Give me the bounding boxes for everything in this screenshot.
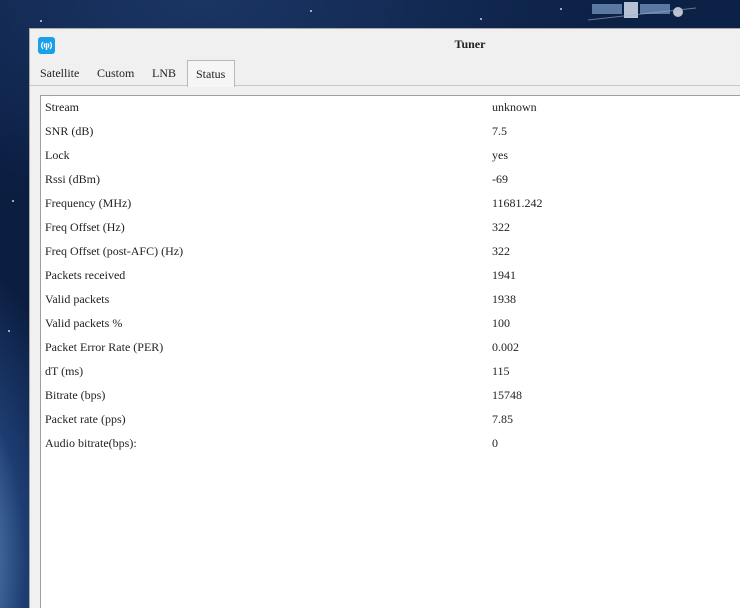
status-value: -69 — [492, 172, 508, 186]
star — [560, 8, 562, 10]
status-value: 1941 — [492, 268, 516, 282]
status-row-audio-bitrate: Audio bitrate(bps): 0 — [41, 432, 740, 456]
status-row-bitrate: Bitrate (bps) 15748 — [41, 384, 740, 408]
tab-satellite[interactable]: Satellite — [36, 60, 83, 86]
status-key: Freq Offset (Hz) — [45, 220, 125, 234]
tab-custom[interactable]: Custom — [93, 60, 138, 86]
status-key: Packet Error Rate (PER) — [45, 340, 164, 354]
status-row-dt: dT (ms) 115 — [41, 360, 740, 384]
status-row-snr: SNR (dB) 7.5 — [41, 120, 740, 144]
title-bar[interactable]: Tuner — [30, 29, 740, 61]
status-row-freq-offset: Freq Offset (Hz) 322 — [41, 216, 740, 240]
status-key: Bitrate (bps) — [45, 388, 106, 402]
satellite-image — [588, 2, 697, 21]
status-key: Rssi (dBm) — [45, 172, 101, 186]
status-row-stream: Stream unknown — [41, 96, 740, 120]
status-key: Lock — [45, 148, 70, 162]
status-value: 322 — [492, 244, 510, 258]
status-value: yes — [492, 148, 508, 162]
tuner-window: Tuner Satellite Custom LNB Status Stream… — [29, 28, 740, 608]
star — [310, 10, 312, 12]
star — [480, 18, 482, 20]
status-row-rssi: Rssi (dBm) -69 — [41, 168, 740, 192]
tab-lnb[interactable]: LNB — [148, 60, 180, 86]
star — [8, 330, 10, 332]
status-value: 0.002 — [492, 340, 519, 354]
tab-status[interactable]: Status — [187, 60, 235, 87]
status-value: 1938 — [492, 292, 516, 306]
status-row-per: Packet Error Rate (PER) 0.002 — [41, 336, 740, 360]
status-value: unknown — [492, 100, 537, 114]
star — [40, 20, 42, 22]
status-row-packets-received: Packets received 1941 — [41, 264, 740, 288]
status-value: 7.85 — [492, 412, 513, 426]
status-row-packet-rate: Packet rate (pps) 7.85 — [41, 408, 740, 432]
status-key: Valid packets % — [45, 316, 123, 330]
status-key: Audio bitrate(bps): — [45, 436, 137, 450]
status-value: 115 — [492, 364, 510, 378]
status-key: Freq Offset (post-AFC) (Hz) — [45, 244, 184, 258]
status-key: Stream — [45, 100, 79, 114]
status-key: Frequency (MHz) — [45, 196, 132, 210]
status-value: 7.5 — [492, 124, 507, 138]
window-title: Tuner — [454, 37, 486, 51]
status-row-valid-packets-percent: Valid packets % 100 — [41, 312, 740, 336]
status-row-freq-offset-post-afc: Freq Offset (post-AFC) (Hz) 322 — [41, 240, 740, 264]
status-value: 0 — [492, 436, 498, 450]
star — [12, 200, 14, 202]
status-row-frequency: Frequency (MHz) 11681.242 — [41, 192, 740, 216]
status-row-valid-packets: Valid packets 1938 — [41, 288, 740, 312]
status-value: 15748 — [492, 388, 522, 402]
status-key: SNR (dB) — [45, 124, 94, 138]
tab-divider — [30, 85, 740, 86]
status-key: Packet rate (pps) — [45, 412, 126, 426]
status-key: dT (ms) — [45, 364, 84, 378]
status-value: 100 — [492, 316, 510, 330]
status-key: Packets received — [45, 268, 126, 282]
status-panel: Stream unknown SNR (dB) 7.5 Lock yes Rss… — [40, 95, 740, 608]
status-value: 11681.242 — [492, 196, 543, 210]
status-key: Valid packets — [45, 292, 110, 306]
status-value: 322 — [492, 220, 510, 234]
status-row-lock: Lock yes — [41, 144, 740, 168]
